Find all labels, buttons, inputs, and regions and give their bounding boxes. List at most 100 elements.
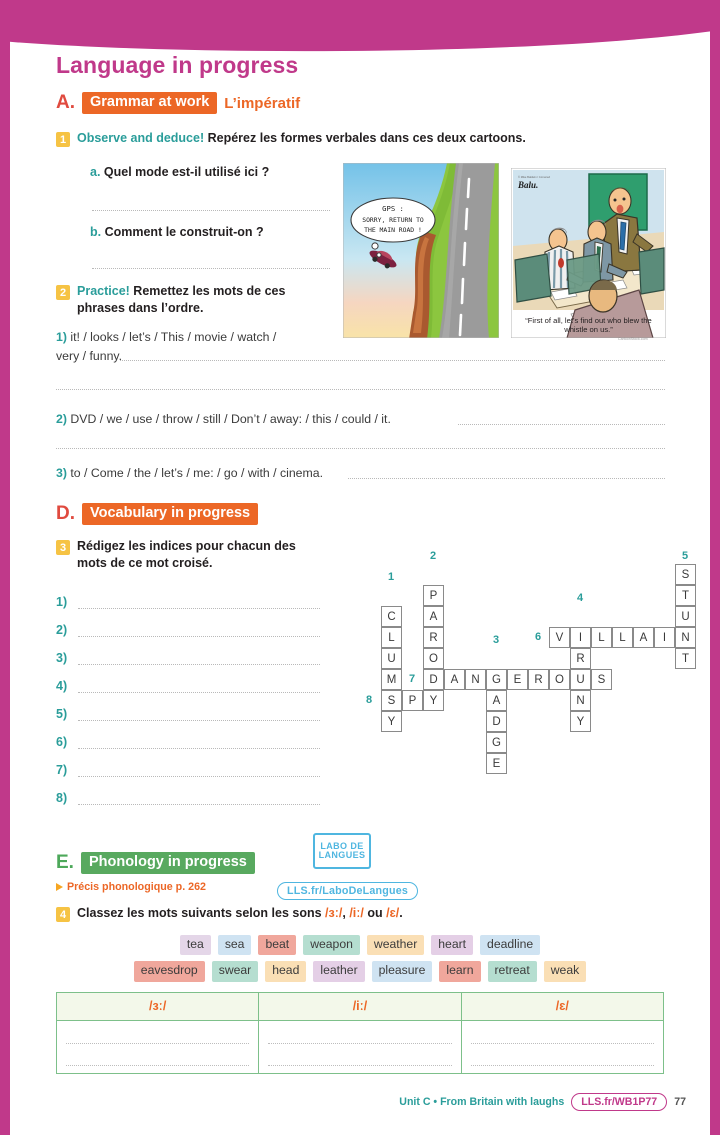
top-pink-band [0,0,720,56]
answer-line-b[interactable] [92,268,330,269]
clue-answer-line-6[interactable] [78,748,320,749]
crossword-cell: R [528,669,549,690]
crossword-number-3: 3 [493,634,500,646]
clue-label-4: 4) [56,679,68,693]
clue-answer-line-7[interactable] [78,776,320,777]
word-chip[interactable]: eavesdrop [133,961,205,982]
sentence-2-line1: DVD / we / use / throw / still / Don’t /… [70,412,391,426]
gps-speech-line1: GPS : [382,204,404,213]
crossword-cell: E [507,669,528,690]
gps-speech-line2: SORRY, RETURN TO [362,216,424,224]
crossword-cell: O [549,669,570,690]
section-e-header: E. Phonology in progress [56,852,255,874]
section-e-letter: E. [56,852,74,873]
question-a-text: Quel mode est-il utilisé ici ? [103,165,270,179]
sentence-3-line1: to / Come / the / let’s / me: / go / wit… [70,466,324,480]
crossword-cell: Y [381,711,402,732]
crossword-cell: O [423,648,444,669]
exercise-1-fr: Repérez les formes verbales dans ces deu… [207,131,526,145]
section-d-tag: Vocabulary in progress [82,503,259,525]
crossword-number-5: 5 [682,550,689,562]
word-chip-bank: tea sea beat weapon weather heart deadline eave… [56,935,664,988]
crossword-cell: D [486,711,507,732]
exercise-1-text: Observe and deduce! Repérez les formes v… [77,130,526,147]
worksheet-page: Language in progress A. Grammar at work … [0,0,720,1135]
footer-page-number: 77 [674,1096,686,1108]
sounds-table: /ɜː/ /iː/ /ɛ/ [56,992,664,1074]
sentence-1-answer-line-1[interactable] [120,360,665,361]
sentence-1-line1: it! / looks / let’s / This / movie / wat… [70,330,277,344]
footer-unit: Unit C • From Britain with laughs [399,1096,565,1108]
exercise-2-number: 2 [56,285,70,300]
word-chip[interactable]: retreat [487,961,537,982]
triangle-icon [56,883,63,891]
labo-logo-line2: LANGUES [318,850,366,860]
answer-line-a[interactable] [92,210,330,211]
gps-cliff-cartoon: GPS : SORRY, RETURN TO THE MAIN ROAD ! [343,163,499,338]
page-title: Language in progress [56,52,299,78]
sounds-table-cell-1[interactable] [57,1021,260,1073]
crossword-cell: E [486,753,507,774]
cartoon-caption: “First of all, let’s find out who blew t… [511,316,666,335]
cartoon-credit: CartoonStock.com [618,337,648,341]
section-a-header: A. Grammar at work L’impératif [56,92,300,114]
crossword-cell: Y [423,690,444,711]
word-chip[interactable]: leather [313,961,365,982]
word-chip[interactable]: head [265,961,307,982]
crossword-cell: L [591,627,612,648]
word-chip[interactable]: weak [543,961,587,982]
sentence-1-answer-line-2[interactable] [56,389,665,390]
word-chip[interactable]: tea [179,935,211,956]
word-chip[interactable]: beat [258,935,297,956]
sentence-2: 2) DVD / we / use / throw / still / Don’… [56,410,486,429]
crossword-cell: T [675,585,696,606]
crossword-cell: R [570,648,591,669]
right-magenta-edge [710,0,720,1135]
crossword-number-1: 1 [388,571,395,583]
word-chip[interactable]: swear [211,961,259,982]
clue-answer-line-2[interactable] [78,636,320,637]
exercise-4-after: . [399,906,403,920]
question-b-label: b. [90,225,102,239]
word-chip[interactable]: deadline [480,935,541,956]
sentence-2-answer-line-1[interactable] [458,424,665,425]
word-chip-row-2: eavesdrop swear head leather pleasure learn re… [56,961,664,982]
clue-answer-line-8[interactable] [78,804,320,805]
crossword-cell: D [423,669,444,690]
word-chip[interactable]: heart [431,935,474,956]
crossword-cell: N [465,669,486,690]
word-chip[interactable]: sea [217,935,252,956]
precis-phonologique-link[interactable]: Précis phonologique p. 262 [56,881,206,893]
crossword-cell: V [549,627,570,648]
clue-answer-line-4[interactable] [78,692,320,693]
sentence-3-answer-line-1[interactable] [348,478,665,479]
labo-de-langues-link[interactable]: LLS.fr/LaboDeLangues [277,882,418,900]
exercise-4-sep2: ou [363,906,387,920]
crossword-number-6: 6 [535,631,542,643]
clue-answer-line-5[interactable] [78,720,320,721]
cartoon-caption-line2: whistle on us.” [564,325,613,335]
sounds-table-cell-3[interactable] [462,1021,663,1073]
exercise-1-number: 1 [56,132,70,147]
question-a: a. Quel mode est-il utilisé ici ? [90,165,269,179]
clue-answer-line-1[interactable] [78,608,320,609]
sound-1: /ɜː/ [325,906,343,920]
clue-answer-line-3[interactable] [78,664,320,665]
sentence-2-answer-line-2[interactable] [56,448,665,449]
word-chip[interactable]: weapon [303,935,360,956]
sounds-table-cell-2[interactable] [259,1021,462,1073]
word-chip[interactable]: learn [439,961,481,982]
question-b: b. Comment le construit-on ? [90,225,264,239]
crossword-cell: P [423,585,444,606]
crossword-cell: G [486,669,507,690]
exercise-1-en: Observe and deduce! [77,131,205,145]
crossword-cell: S [591,669,612,690]
crossword-cell: P [402,690,423,711]
word-chip[interactable]: weather [366,935,425,956]
word-chip[interactable]: pleasure [371,961,433,982]
footer-code[interactable]: LLS.fr/WB1P77 [571,1093,668,1111]
crossword-cell: I [654,627,675,648]
crossword-number-8: 8 [366,694,373,706]
crossword-cell: N [570,690,591,711]
sound-2: /iː/ [349,906,364,920]
